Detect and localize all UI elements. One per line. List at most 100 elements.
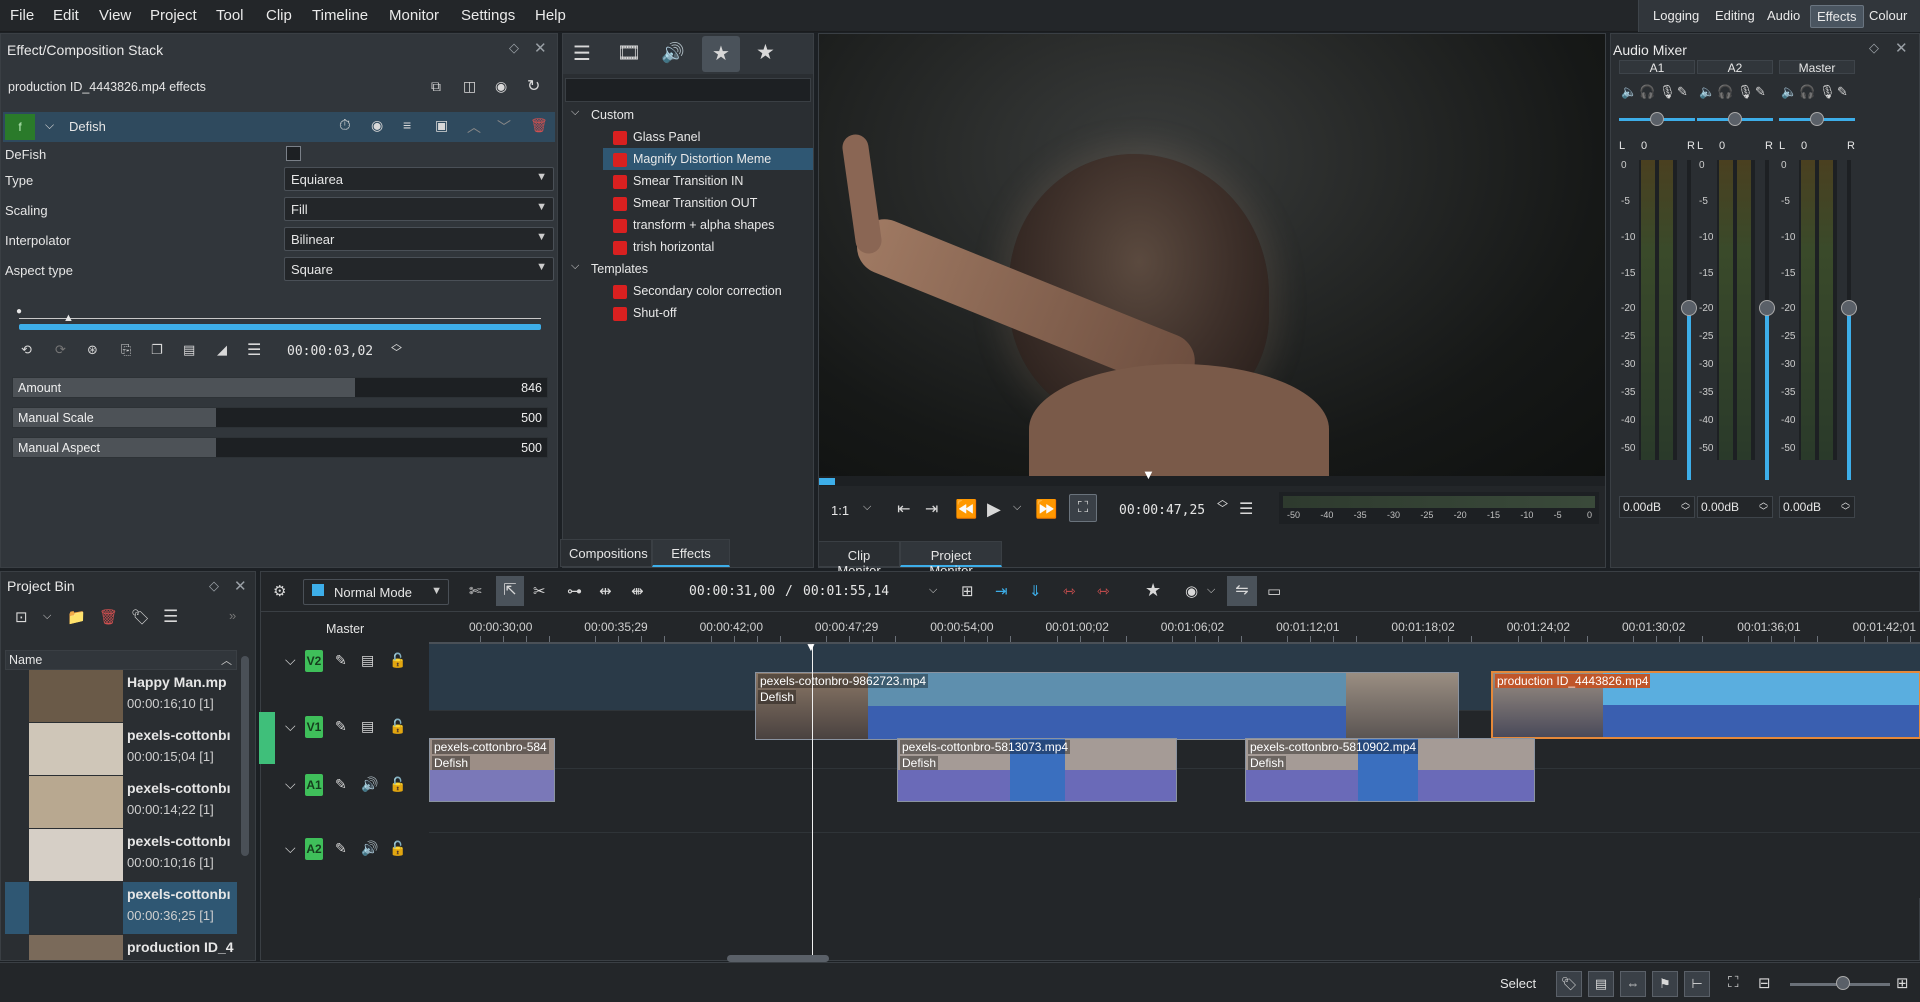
tab-compositions[interactable]: Compositions: [560, 539, 652, 567]
track-name[interactable]: V1: [305, 716, 323, 738]
effect-wand-icon[interactable]: ✎: [335, 652, 347, 669]
bin-item[interactable]: pexels-cottonbı 00:00:15;04 [1]: [5, 723, 237, 775]
menu-project[interactable]: Project: [150, 7, 197, 24]
pan-value[interactable]: 0: [1719, 140, 1725, 152]
tab-effects[interactable]: Effects: [652, 539, 730, 567]
effect-item[interactable]: Glass Panel: [613, 126, 813, 148]
spacer-icon[interactable]: ⊶: [567, 582, 582, 600]
insert-icon[interactable]: ⊞: [961, 582, 974, 600]
headphones-icon[interactable]: 🎧: [1639, 84, 1655, 100]
mic-icon[interactable]: 🎙: [1659, 84, 1676, 100]
timeline-clip[interactable]: pexels-cottonbro-5813073.mp4 Defish: [897, 738, 1177, 802]
chevron-down-icon[interactable]: ⌵: [929, 584, 937, 597]
record-icon[interactable]: ◉: [1185, 582, 1198, 600]
chevron-down-icon[interactable]: ⌵: [571, 260, 579, 273]
playhead-marker[interactable]: ▼: [1142, 467, 1155, 482]
bin-item[interactable]: pexels-cottonbı 00:00:10;16 [1]: [5, 829, 237, 881]
previous-keyframe-icon[interactable]: ⟲: [21, 342, 32, 358]
add-keyframe-icon[interactable]: ⊛: [87, 342, 98, 358]
timeline-ruler[interactable]: 00:00:30;00 00:00:35;29 00:00:42;00 00:00:4…: [429, 612, 1920, 644]
magic-icon[interactable]: ✎: [1677, 84, 1688, 100]
duplicate-icon[interactable]: ❐: [151, 342, 163, 358]
pan-handle[interactable]: [1728, 112, 1742, 126]
menu-monitor[interactable]: Monitor: [389, 7, 439, 24]
extract-icon[interactable]: ⇿: [1063, 582, 1076, 600]
fit-icon[interactable]: ⛶: [1069, 494, 1097, 522]
speaker-icon[interactable]: 🔈: [1699, 84, 1715, 100]
menu-help[interactable]: Help: [535, 7, 566, 24]
tag-icon[interactable]: 🏷: [1556, 971, 1582, 997]
select-tool-icon[interactable]: ⇱: [496, 576, 524, 606]
pan-handle[interactable]: [1650, 112, 1664, 126]
volume-input[interactable]: 0.00dB ︿ ﹀: [1697, 496, 1773, 518]
split-icon[interactable]: ◫: [463, 78, 476, 95]
favorite-icon[interactable]: ★: [1145, 580, 1161, 601]
lock-icon[interactable]: 🔓: [389, 776, 406, 793]
menu-edit[interactable]: Edit: [53, 7, 79, 24]
menu-settings[interactable]: Settings: [461, 7, 515, 24]
menu-tool[interactable]: Tool: [216, 7, 244, 24]
spin-icon[interactable]: ︿ ﹀: [391, 339, 402, 359]
chevron-down-icon[interactable]: ⌵: [285, 652, 296, 669]
layout-logging[interactable]: Logging: [1653, 8, 1699, 23]
settings-icon[interactable]: ⚙: [273, 582, 286, 600]
keyframe-timecode[interactable]: 00:00:03,02: [287, 344, 373, 359]
remove-space-icon[interactable]: ⇿: [1097, 582, 1110, 600]
keyframe-range[interactable]: [19, 324, 541, 330]
interpolator-select[interactable]: Bilinear ▼: [284, 227, 554, 251]
bin-item[interactable]: Happy Man.mp 00:00:16;10 [1]: [5, 670, 237, 722]
type-select[interactable]: Equiarea ▼: [284, 167, 554, 191]
volume-slider[interactable]: [1847, 160, 1851, 480]
keyframe-marker[interactable]: ●: [16, 306, 22, 317]
effect-item-selected[interactable]: Magnify Distortion Meme: [603, 148, 813, 170]
subtitle-icon[interactable]: ▭: [1267, 582, 1281, 600]
film-icon[interactable]: 🎞: [617, 41, 641, 65]
tag-icon[interactable]: 🏷: [131, 608, 150, 626]
volume-input[interactable]: 0.00dB ︿ ﹀: [1619, 496, 1695, 518]
timeline-clip[interactable]: pexels-cottonbro-9862723.mp4 Defish: [755, 672, 1459, 740]
track-name[interactable]: A1: [305, 774, 323, 796]
headphones-icon[interactable]: 🎧: [1799, 84, 1815, 100]
eye-icon[interactable]: ◉: [371, 117, 383, 134]
expand-icon[interactable]: »: [229, 608, 236, 623]
manual-scale-slider[interactable]: Manual Scale 500: [12, 407, 548, 428]
speaker-icon[interactable]: 🔈: [1621, 84, 1637, 100]
mic-icon[interactable]: 🎙: [1737, 84, 1754, 100]
menu-icon[interactable]: ☰: [1239, 499, 1253, 519]
play-icon[interactable]: ▶: [987, 499, 1001, 520]
playhead-marker[interactable]: ▲: [63, 312, 74, 324]
manual-aspect-slider[interactable]: Manual Aspect 500: [12, 437, 548, 458]
speaker-icon[interactable]: 🔊: [361, 776, 378, 793]
lock-icon[interactable]: 🔓: [389, 652, 406, 669]
zoom-out-icon[interactable]: ⊟: [1758, 974, 1771, 992]
bin-item[interactable]: production ID_4: [5, 935, 237, 960]
star-icon[interactable]: ★: [756, 40, 775, 65]
lock-icon[interactable]: 🔓: [389, 718, 406, 735]
razor-icon[interactable]: ✄: [469, 582, 482, 600]
bin-column-header[interactable]: Name ︿: [5, 650, 237, 670]
snap-icon[interactable]: ⇋: [1227, 576, 1257, 606]
volume-slider[interactable]: [1765, 160, 1769, 480]
playhead-marker[interactable]: ▼: [805, 640, 817, 654]
volume-slider[interactable]: [1687, 160, 1691, 480]
menu-icon[interactable]: ☰: [247, 340, 261, 360]
volume-input[interactable]: 0.00dB ︿ ﹀: [1779, 496, 1855, 518]
layout-editing[interactable]: Editing: [1715, 8, 1755, 23]
timeline-clip-selected[interactable]: production ID_4443826.mp4: [1491, 671, 1920, 739]
slip-icon[interactable]: ⇼: [631, 582, 644, 600]
magic-icon[interactable]: ✎: [1755, 84, 1766, 100]
bin-item[interactable]: pexels-cottonbı 00:00:14;22 [1]: [5, 776, 237, 828]
magic-icon[interactable]: ✎: [1837, 84, 1848, 100]
menu-view[interactable]: View: [99, 7, 131, 24]
zoom-fit-icon[interactable]: ⛶: [1728, 974, 1739, 991]
close-icon[interactable]: ✕: [534, 39, 547, 57]
headphones-icon[interactable]: 🎧: [1717, 84, 1733, 100]
copy-keyframe-icon[interactable]: ⎘: [121, 342, 131, 358]
monitor-timecode[interactable]: 00:00:47,25: [1119, 503, 1205, 518]
chevron-down-icon[interactable]: ⌵: [1013, 501, 1021, 514]
chevron-down-icon[interactable]: ⌵: [1207, 584, 1215, 597]
amount-slider[interactable]: Amount 846: [12, 377, 548, 398]
effect-header[interactable]: f ⌵ Defish ⏱ ◉ ≡ ▣ ︿ ﹀ 🗑: [3, 112, 555, 142]
timeline-playhead[interactable]: [812, 644, 813, 960]
chevron-down-icon[interactable]: ⌵: [43, 610, 51, 623]
